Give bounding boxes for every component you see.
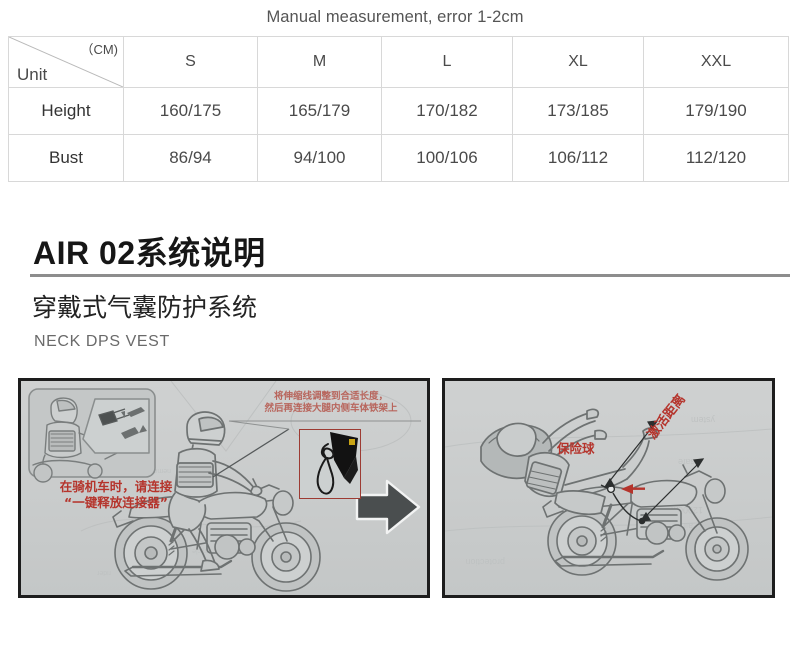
manual-measurement-caption: Manual measurement, error 1-2cm (266, 8, 524, 26)
cell-bust-m: 94/100 (257, 134, 382, 182)
svg-text:rider: rider (96, 569, 111, 576)
cell-height-xl: 173/185 (512, 87, 644, 135)
lanyard-photo-icon (300, 430, 360, 498)
table-header-row: （CM) Unit S M L XL XXL (8, 36, 789, 88)
corner-cm-label: （CM) (80, 42, 118, 57)
column-header-m: M (257, 36, 382, 88)
rider-ejected-illustration: ystem safe 1200cm air protection (445, 381, 772, 595)
column-header-xl: XL (512, 36, 644, 88)
cell-bust-xl: 106/112 (512, 134, 644, 182)
table-corner-cell: （CM) Unit (8, 36, 124, 88)
cell-bust-l: 100/106 (381, 134, 513, 182)
cell-bust-s: 86/94 (123, 134, 258, 182)
svg-text:ystem: ystem (691, 415, 715, 425)
corner-unit-label: Unit (17, 65, 48, 84)
annotation-adjust-cord: 将伸缩线调整到合适长度， 然后再连接大腿内侧车体铁架上 (231, 391, 427, 415)
subtitle: 穿戴式气囊防护系统 (32, 294, 258, 322)
english-subtitle: NECK DPS VEST (34, 333, 170, 350)
cell-bust-xxl: 112/120 (643, 134, 789, 182)
illustration-panel-right: ystem safe 1200cm air protection 激活距离 保险… (442, 378, 775, 598)
row-label-height: Height (8, 87, 124, 135)
annotation-connect-release-line1: 在骑机车时，请连接 (59, 479, 173, 494)
column-header-l: L (381, 36, 513, 88)
page-title: AIR 02系统说明 (33, 235, 266, 271)
svg-text:safe: safe (678, 457, 695, 467)
table-row-height: Height 160/175 165/179 170/182 173/185 1… (8, 87, 789, 135)
cell-height-xxl: 179/190 (643, 87, 789, 135)
svg-text:protection: protection (465, 557, 505, 567)
row-label-bust: Bust (8, 134, 124, 182)
lanyard-photo-inset (299, 429, 361, 499)
table-row-bust: Bust 86/94 94/100 100/106 106/112 112/12… (8, 134, 789, 182)
cell-height-m: 165/179 (257, 87, 382, 135)
illustration-panel-left: nemow Motorcycle rider (18, 378, 430, 598)
size-chart-table: （CM) Unit S M L XL XXL Height 160/175 16… (8, 36, 789, 182)
column-header-s: S (123, 36, 258, 88)
title-divider (30, 274, 790, 277)
annotation-safety-ball: 保险球 (557, 441, 595, 456)
annotation-connect-release: 在骑机车时，请连接 “一键释放连接器” (41, 479, 191, 510)
column-header-xxl: XXL (643, 36, 789, 88)
cell-height-s: 160/175 (123, 87, 258, 135)
annotation-adjust-cord-line2: 然后再连接大腿内侧车体铁架上 (264, 402, 398, 414)
annotation-connect-release-line2: “一键释放连接器” (64, 494, 168, 510)
annotation-adjust-cord-line1: 将伸缩线调整到合适长度， (273, 391, 388, 402)
cell-height-l: 170/182 (381, 87, 513, 135)
